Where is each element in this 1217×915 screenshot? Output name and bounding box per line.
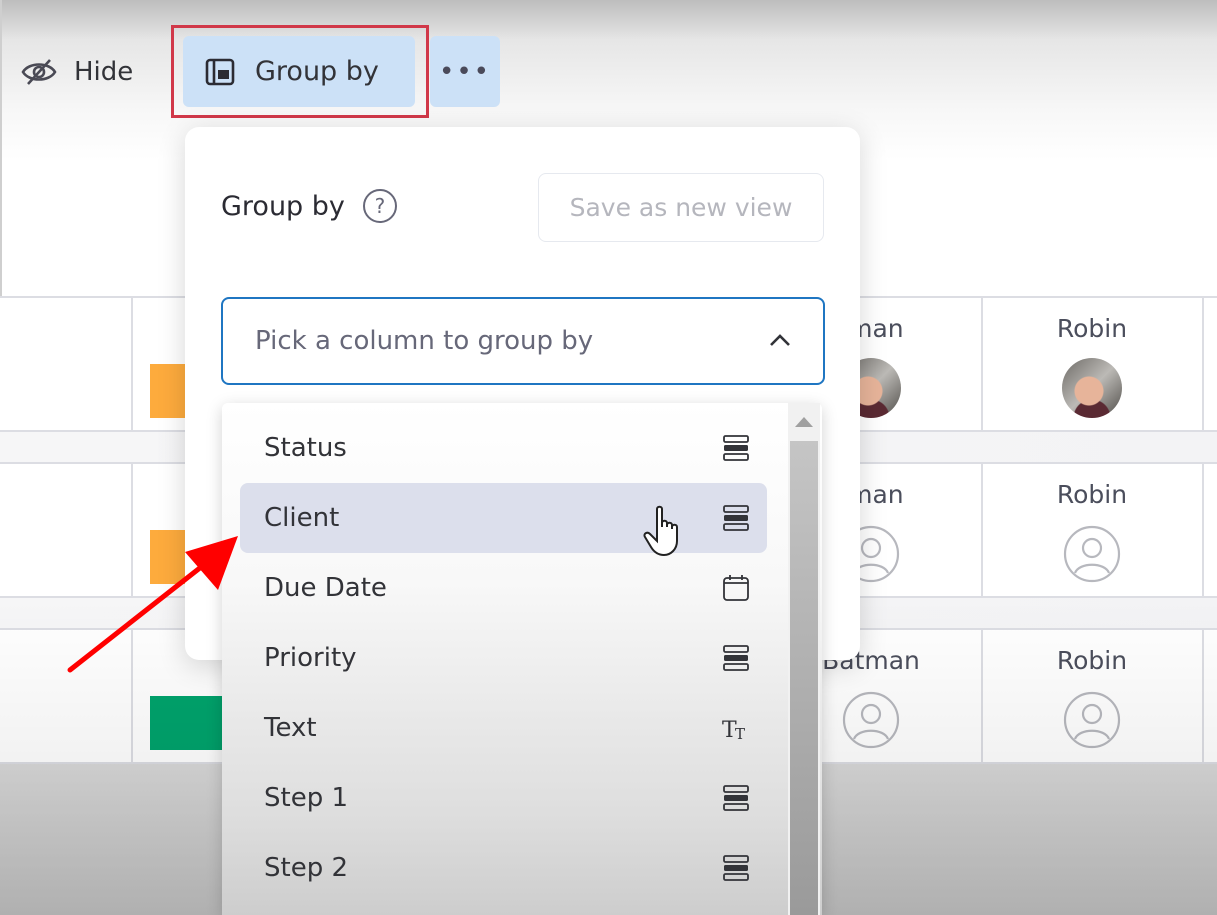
person-cell-robin[interactable]: Robin	[982, 630, 1202, 762]
column-divider	[1202, 298, 1204, 430]
user-icon	[1063, 691, 1121, 749]
option-label: Text	[264, 713, 317, 743]
save-as-new-view-button[interactable]: Save as new view	[538, 173, 824, 242]
help-icon[interactable]: ?	[362, 189, 397, 223]
avatar-placeholder	[1062, 690, 1122, 750]
popover-title-text: Group by	[221, 190, 345, 222]
popover-title: Group by ?	[221, 189, 397, 223]
status-column-icon	[723, 855, 749, 881]
group-by-button-label: Group by	[255, 56, 379, 87]
hide-button-label: Hide	[74, 57, 134, 87]
column-select-placeholder: Pick a column to group by	[255, 326, 594, 356]
avatar-placeholder	[841, 690, 901, 750]
option-label: Step 1	[264, 783, 349, 813]
column-divider	[131, 464, 133, 596]
status-column-icon	[723, 505, 749, 531]
option-label: Due Date	[264, 573, 387, 603]
status-column-icon	[723, 645, 749, 671]
save-as-new-view-label: Save as new view	[569, 193, 793, 222]
more-options-button[interactable]: •••	[430, 36, 500, 107]
person-name: Robin	[1056, 314, 1128, 343]
avatar	[1062, 358, 1122, 418]
hide-button[interactable]: Hide	[20, 48, 133, 96]
more-dots-icon: •••	[438, 56, 491, 87]
group-by-button[interactable]: Group by	[183, 36, 415, 107]
calendar-icon	[723, 575, 749, 601]
scrollbar-thumb[interactable]	[790, 441, 818, 915]
person-name: Robin	[1056, 646, 1128, 675]
option-label: Priority	[264, 643, 357, 673]
user-icon	[1063, 525, 1121, 583]
option-status[interactable]: Status	[240, 413, 767, 483]
option-label: Client	[264, 503, 340, 533]
status-cell[interactable]	[150, 696, 230, 750]
option-due-date[interactable]: Due Date	[240, 553, 767, 623]
group-by-icon	[205, 58, 235, 85]
option-client[interactable]: Client	[240, 483, 767, 557]
chevron-up-icon[interactable]	[767, 327, 793, 353]
person-cell-robin[interactable]: Robin	[982, 298, 1202, 430]
column-options-list: Status Client Due Date Priority Text T T…	[222, 403, 822, 915]
help-icon-glyph: ?	[374, 194, 386, 218]
group-by-column-select[interactable]: Pick a column to group by	[221, 297, 825, 385]
avatar-placeholder	[1062, 524, 1122, 584]
option-step-2[interactable]: Step 2	[240, 833, 767, 903]
status-column-icon	[723, 435, 749, 461]
board-toolbar: Hide Group by •••	[0, 0, 1217, 120]
status-column-icon	[723, 785, 749, 811]
option-label: Step 2	[264, 853, 349, 883]
option-priority[interactable]: Priority	[240, 623, 767, 693]
column-divider	[131, 630, 133, 762]
person-cell-robin[interactable]: Robin	[982, 464, 1202, 596]
text-column-icon: T T	[722, 718, 745, 743]
option-step-1[interactable]: Step 1	[240, 763, 767, 833]
svg-text:T: T	[735, 725, 745, 743]
user-icon	[842, 691, 900, 749]
dropdown-scrollbar[interactable]	[788, 403, 820, 915]
option-text[interactable]: Text T T	[240, 693, 767, 763]
option-label: Status	[264, 433, 347, 463]
person-name: Robin	[1056, 480, 1128, 509]
column-divider	[1202, 464, 1204, 596]
scroll-up-arrow-icon[interactable]	[795, 417, 813, 427]
column-divider	[1202, 630, 1204, 762]
eye-off-icon	[21, 59, 57, 85]
hand-pointer-cursor-icon	[643, 505, 678, 557]
column-divider	[131, 298, 133, 430]
